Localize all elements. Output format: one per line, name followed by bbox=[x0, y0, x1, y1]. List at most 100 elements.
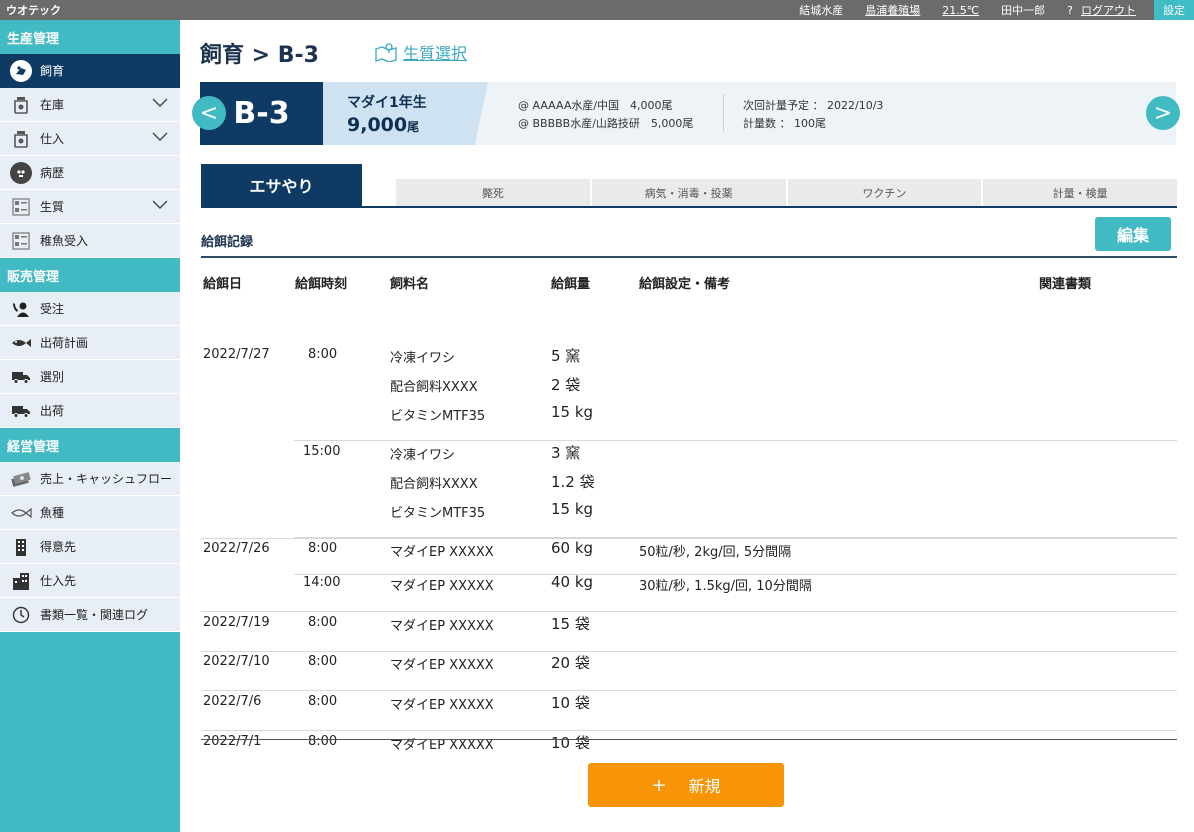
cell-date: 2022/7/10 bbox=[203, 654, 270, 669]
row-separator bbox=[201, 611, 1177, 612]
logout-link[interactable]: ログアウト bbox=[1081, 2, 1136, 18]
cell-quantity: 5 窯 bbox=[551, 347, 581, 365]
sidebar-item-feeding[interactable]: 飼育 bbox=[0, 54, 180, 88]
sidebar-item-label: 売上・キャッシュフロー bbox=[40, 472, 173, 486]
sidebar-item-fish-species[interactable]: 魚種 bbox=[0, 496, 180, 530]
cell-time: 15:00 bbox=[303, 444, 341, 459]
sidebar-item-shipping[interactable]: 出荷 bbox=[0, 394, 180, 428]
cell-date: 2022/7/19 bbox=[203, 615, 270, 630]
table-row: 2022/7/19 8:00 マダイEP XXXXX 15 袋 bbox=[201, 613, 1177, 637]
sidebar-item-label: 生質 bbox=[40, 200, 65, 214]
fish-count: 9,000尾 bbox=[347, 114, 488, 136]
cell-quantity: 40 kg bbox=[551, 573, 594, 591]
sidebar-item-disease[interactable]: 病歴 bbox=[0, 156, 180, 190]
sidebar-item-fry-intake[interactable]: 稚魚受入 bbox=[0, 224, 180, 258]
skull-icon bbox=[10, 161, 32, 184]
feeding-table: 給餌日 給餌時刻 飼料名 給餌量 給餌設定・備考 関連書類 2022/7/27 8… bbox=[201, 263, 1177, 753]
banner-divider bbox=[723, 94, 724, 132]
prev-pen-button[interactable]: < bbox=[192, 96, 226, 130]
sidebar-item-documents-log[interactable]: 書類一覧・関連ログ bbox=[0, 598, 180, 632]
sidebar-item-shipping-plan[interactable]: 出荷計画 bbox=[0, 326, 180, 360]
sidebar-item-customers[interactable]: 得意先 bbox=[0, 530, 180, 564]
row-separator bbox=[201, 538, 1177, 539]
sidebar-item-quality[interactable]: 生質 bbox=[0, 190, 180, 224]
sidebar-item-sales-cashflow[interactable]: 売上・キャッシュフロー bbox=[0, 462, 180, 496]
cell-note: 30粒/秒, 1.5kg/回, 10分間隔 bbox=[639, 579, 812, 594]
sidebar-item-label: 稚魚受入 bbox=[40, 234, 89, 248]
tab-measurement[interactable]: 計量・検量 bbox=[983, 179, 1177, 206]
fish-outline-icon bbox=[10, 502, 32, 524]
settings-button[interactable]: 設定 bbox=[1154, 0, 1194, 20]
cell-feed: ビタミンMTF35 bbox=[390, 409, 486, 424]
tab-mortality[interactable]: 斃死 bbox=[396, 179, 592, 206]
chevron-down-icon[interactable] bbox=[152, 131, 168, 145]
cell-feed: 配合飼料XXXX bbox=[390, 477, 478, 492]
tab-bar: 斃死 病気・消毒・投薬 ワクチン 計量・検量 bbox=[396, 179, 1177, 206]
user-name: 田中一郎 bbox=[1001, 4, 1046, 17]
help-icon[interactable]: ? bbox=[1067, 4, 1073, 17]
sidebar-item-suppliers[interactable]: 仕入先 bbox=[0, 564, 180, 598]
cell-date: 2022/7/6 bbox=[203, 694, 262, 709]
table-row: 2022/7/26 8:00 マダイEP XXXXX 60 kg 50粒/秒, 2kg/… bbox=[201, 539, 1177, 563]
stock-jar-icon bbox=[10, 94, 32, 116]
cell-quantity: 3 窯 bbox=[551, 444, 581, 462]
cell-quantity: 2 袋 bbox=[551, 376, 581, 394]
fish-count-unit: 尾 bbox=[407, 120, 420, 134]
page-title: 飼育 > B-3 bbox=[200, 43, 319, 68]
next-pen-button[interactable]: > bbox=[1146, 96, 1180, 130]
temperature-link[interactable]: 21.5℃ bbox=[942, 4, 979, 17]
new-record-button[interactable]: + 新規 bbox=[588, 763, 784, 807]
farm-link[interactable]: 島浦養殖場 bbox=[865, 2, 920, 18]
row-separator bbox=[294, 440, 1177, 441]
chevron-down-icon[interactable] bbox=[152, 97, 168, 111]
sidebar-item-sorting[interactable]: 選別 bbox=[0, 360, 180, 394]
quality-select-link[interactable]: 生質選択 bbox=[375, 40, 467, 64]
row-separator bbox=[201, 730, 1177, 731]
tab-disease-treatment[interactable]: 病気・消毒・投薬 bbox=[591, 179, 788, 206]
tab-feeding[interactable]: エサやり bbox=[201, 164, 362, 206]
species-name: マダイ1年生 bbox=[347, 95, 427, 111]
sidebar-item-stock[interactable]: 在庫 bbox=[0, 88, 180, 122]
sidebar-item-orders[interactable]: 受注 bbox=[0, 292, 180, 326]
cell-time: 8:00 bbox=[308, 347, 338, 362]
map-icon bbox=[375, 43, 397, 62]
quality-grid-icon bbox=[10, 196, 32, 218]
cell-feed: 配合飼料XXXX bbox=[390, 380, 478, 395]
section-title: 給餌記録 bbox=[201, 235, 254, 250]
purchase-jar-icon bbox=[10, 128, 32, 150]
sidebar-item-purchase[interactable]: 仕入 bbox=[0, 122, 180, 156]
species-box: マダイ1年生 9,000尾 bbox=[323, 82, 488, 145]
cell-feed: マダイEP XXXXX bbox=[390, 698, 494, 713]
cell-time: 8:00 bbox=[308, 654, 338, 669]
table-row: 配合飼料XXXX 2 袋 bbox=[201, 374, 1177, 398]
tab-underline bbox=[201, 206, 1177, 208]
tab-vaccine[interactable]: ワクチン bbox=[787, 179, 984, 206]
cell-quantity: 10 袋 bbox=[551, 694, 590, 712]
table-row: ビタミンMTF35 15 kg bbox=[201, 403, 1177, 427]
cell-feed: マダイEP XXXXX bbox=[390, 579, 494, 594]
sidebar-section-management: 経営管理 bbox=[0, 428, 180, 462]
source-line: @ BBBBB水産/山路技研 5,000尾 bbox=[518, 117, 694, 130]
sidebar-item-label: 選別 bbox=[40, 370, 65, 384]
table-bottom-line bbox=[201, 739, 1177, 740]
row-separator bbox=[201, 651, 1177, 652]
cell-feed: マダイEP XXXXX bbox=[390, 658, 494, 673]
chevron-down-icon[interactable] bbox=[152, 199, 168, 213]
col-header-note: 給餌設定・備考 bbox=[639, 277, 731, 292]
table-row: 15:00 冷凍イワシ 3 窯 bbox=[201, 442, 1177, 466]
money-icon bbox=[10, 468, 32, 490]
truck-icon bbox=[10, 400, 32, 422]
sidebar-item-label: 飼育 bbox=[40, 64, 65, 78]
phone-user-icon bbox=[10, 298, 32, 320]
sidebar-item-label: 仕入先 bbox=[40, 574, 77, 588]
truck-icon bbox=[10, 366, 32, 388]
cell-quantity: 15 袋 bbox=[551, 615, 590, 633]
col-header-time: 給餌時刻 bbox=[295, 277, 348, 292]
cell-feed: マダイEP XXXXX bbox=[390, 545, 494, 560]
edit-button[interactable]: 編集 bbox=[1095, 217, 1171, 251]
table-header: 給餌日 給餌時刻 飼料名 給餌量 給餌設定・備考 関連書類 bbox=[201, 263, 1177, 297]
quality-select-label: 生質選択 bbox=[403, 44, 468, 63]
sidebar-section-production: 生産管理 bbox=[0, 20, 180, 54]
main-content: 飼育 > B-3 生質選択 B-3 マダイ1年生 9,000尾 @ AAAAA水… bbox=[180, 20, 1194, 832]
company-name: 結城水産 bbox=[799, 4, 844, 17]
